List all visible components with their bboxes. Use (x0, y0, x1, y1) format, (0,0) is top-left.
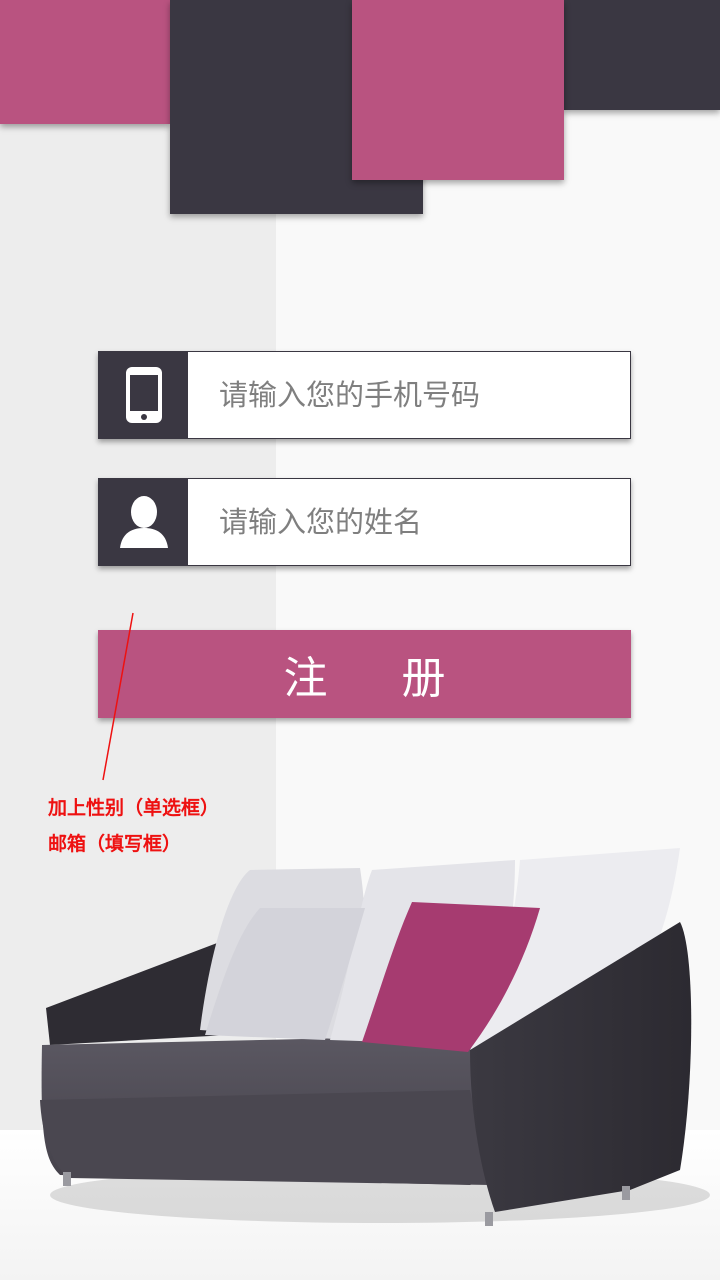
phone-field[interactable] (98, 351, 631, 439)
phone-input[interactable] (188, 352, 630, 438)
decor-block-pink-right (352, 0, 564, 180)
decor-block-dark-right (563, 0, 720, 110)
register-button[interactable]: 注 册 (98, 630, 631, 718)
name-field[interactable] (98, 478, 631, 566)
decor-block-pink-left (0, 0, 170, 124)
annotation-pointer-line (102, 612, 134, 781)
annotation-line-gender: 加上性别（单选框） (48, 797, 220, 819)
user-icon-box (99, 479, 188, 565)
phone-icon-box (99, 352, 188, 438)
user-icon (119, 496, 168, 548)
sofa-image (0, 848, 720, 1280)
name-input[interactable] (188, 479, 630, 565)
phone-icon (125, 367, 162, 423)
